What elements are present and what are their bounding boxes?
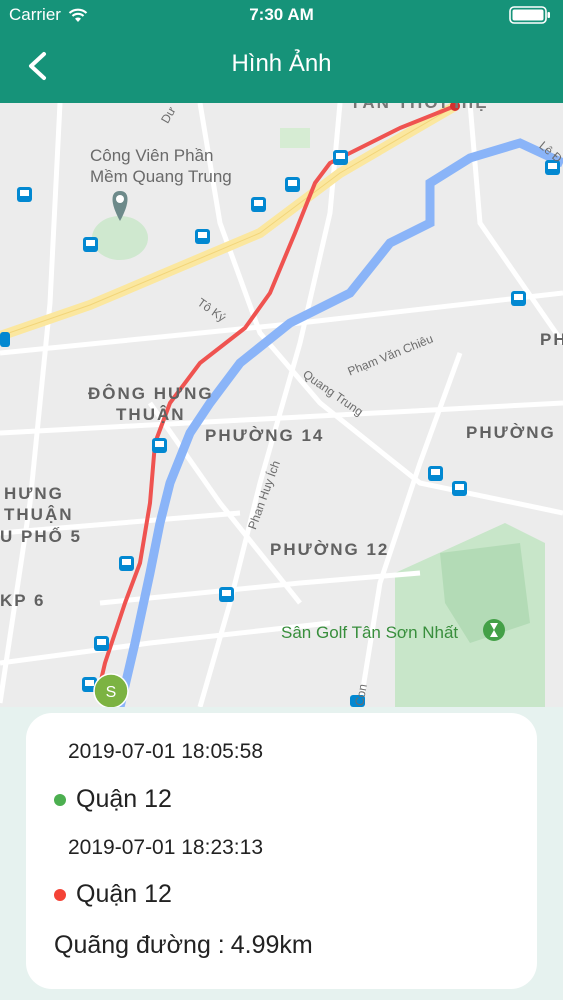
park-label: Công Viên Phần Mềm Quang Trung — [90, 146, 232, 186]
end-place: Quận 12 — [54, 880, 172, 909]
district-label-kp6: KP 6 — [0, 591, 46, 610]
start-time: 2019-07-01 18:05:58 — [68, 740, 263, 763]
park-area — [92, 216, 148, 260]
district-label-pho-5: U PHỐ 5 — [0, 527, 83, 546]
start-place-label: Quận 12 — [76, 785, 172, 813]
start-dot-icon — [54, 793, 66, 806]
page-title: Hình Ảnh — [231, 50, 332, 77]
start-place: Quận 12 — [54, 785, 172, 814]
battery-icon — [509, 6, 550, 24]
golf-pin-icon — [483, 619, 505, 641]
district-label-phuong-14: PHƯỜNG 14 — [205, 426, 325, 445]
start-marker-icon[interactable]: S — [93, 673, 129, 707]
end-dot-icon — [54, 888, 66, 901]
distance: Quãng đường : 4.99km — [54, 931, 313, 960]
small-park — [280, 128, 310, 148]
route-map[interactable]: S Công Viên Phần Mềm Quang Trung ĐÔNG HƯ… — [0, 103, 563, 707]
navigation-bar: Hình Ảnh — [0, 30, 563, 103]
end-time: 2019-07-01 18:23:13 — [68, 836, 263, 859]
distance-value: 4.99km — [230, 931, 313, 959]
trip-info-card: 2019-07-01 18:05:58 Quận 12 2019-07-01 1… — [26, 713, 537, 989]
district-label-phuong: PHƯỜNG — [466, 423, 556, 442]
svg-text:S: S — [106, 684, 117, 701]
district-label-dong-hung-thuan: ĐÔNG HƯNG THUẬN — [88, 384, 214, 424]
distance-label: Quãng đường : — [54, 931, 225, 959]
district-label-hung-thuan: HƯNG THUẬN — [4, 484, 74, 524]
district-label-tan-thoi-hiep: TÂN THỚI HIỆ — [350, 103, 489, 113]
golf-course-label: Sân Golf Tân Sơn Nhất — [281, 623, 459, 642]
app-header: Carrier 7:30 AM Hình Ảnh — [0, 0, 563, 103]
district-label-phuong-12: PHƯỜNG 12 — [270, 540, 390, 559]
status-bar: Carrier 7:30 AM — [0, 0, 563, 30]
map-canvas[interactable]: S — [0, 103, 563, 707]
end-place-label: Quận 12 — [76, 880, 172, 908]
clock: 7:30 AM — [249, 5, 314, 24]
district-label-ph: PH — [540, 330, 563, 349]
